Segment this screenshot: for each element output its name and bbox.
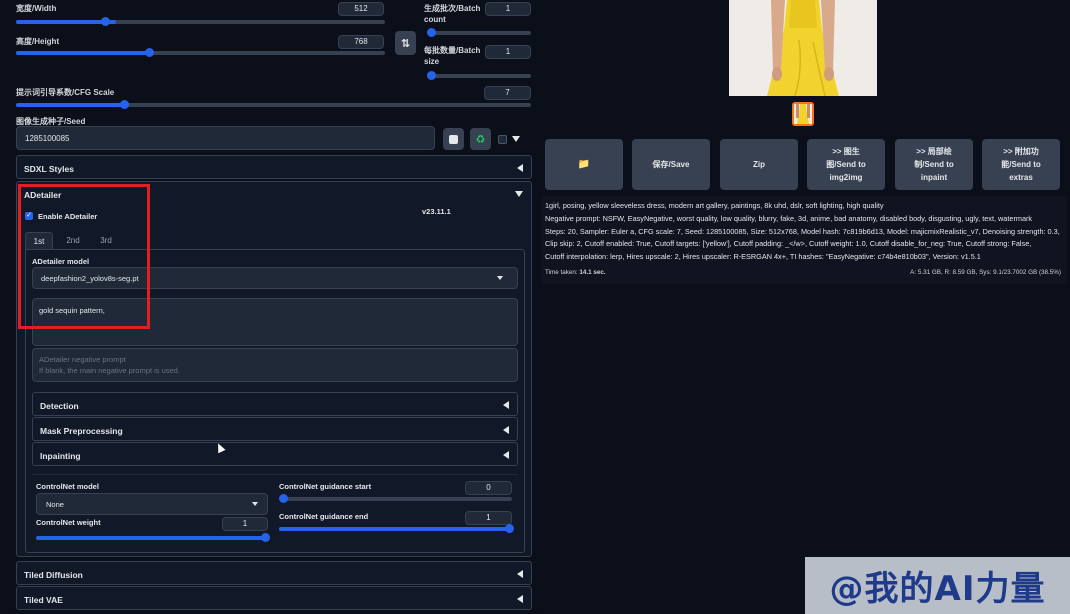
generation-info-params-2: Clip skip: 2, Cutoff enabled: True, Cuto… — [545, 239, 1032, 248]
extra-seed-toggle-icon[interactable] — [512, 136, 520, 142]
cfg-input[interactable]: 7 — [484, 86, 531, 100]
batch-size-label: 每批数量/Batch size — [424, 46, 481, 66]
send-to-img2img-button[interactable]: >> 图生 图/Send to img2img — [807, 139, 885, 190]
controlnet-model-select[interactable]: None — [36, 493, 268, 515]
swap-icon: ⇅ — [400, 37, 411, 50]
controlnet-weight-label: ControlNet weight — [36, 518, 101, 527]
batch-size-slider[interactable] — [427, 71, 531, 80]
generation-info-params-3: Cutoff interpolation: lerp, Hires upscal… — [545, 252, 981, 261]
guidance-start-slider[interactable] — [279, 494, 512, 503]
generation-info-negative: Negative prompt: NSFW, EasyNegative, wor… — [545, 214, 1033, 223]
batch-size-input[interactable]: 1 — [485, 45, 531, 59]
dice-icon — [449, 134, 458, 144]
extra-seed-checkbox[interactable] — [498, 135, 507, 144]
cfg-label: 提示词引导系数/CFG Scale — [16, 88, 115, 97]
collapse-icon — [517, 164, 523, 172]
guidance-end-slider[interactable] — [279, 524, 514, 533]
guidance-start-label: ControlNet guidance start — [279, 482, 372, 491]
controlnet-block: ControlNet model None ControlNet weight … — [32, 474, 518, 550]
collapse-icon — [503, 451, 509, 459]
dress-illustration — [729, 0, 877, 96]
thumbnail-icon — [794, 104, 812, 124]
reuse-seed-button[interactable]: ♻ — [470, 128, 491, 150]
watermark: @我的AI力量 — [805, 557, 1070, 614]
inpainting-accordion[interactable]: Inpainting — [32, 442, 518, 466]
controlnet-weight-slider[interactable] — [36, 533, 270, 542]
cfg-slider[interactable] — [16, 100, 531, 109]
tiled-vae-accordion[interactable]: Tiled VAE — [16, 586, 532, 610]
adetailer-negative-prompt-textarea[interactable]: ADetailer negative prompt If blank, the … — [32, 348, 518, 382]
zip-button[interactable]: Zip — [720, 139, 798, 190]
time-taken: Time taken: 14.1 sec. — [545, 269, 606, 276]
open-folder-button[interactable]: 📁 — [545, 139, 623, 190]
swap-dimensions-button[interactable]: ⇅ — [395, 31, 416, 55]
expand-icon[interactable] — [515, 191, 523, 197]
folder-icon: 📁 — [577, 159, 591, 170]
collapse-icon — [517, 595, 523, 603]
chevron-down-icon — [252, 502, 258, 506]
gallery-thumbnail[interactable] — [792, 102, 814, 126]
generation-info-prompt: 1girl, posing, yellow sleeveless dress, … — [545, 201, 884, 210]
controlnet-model-label: ControlNet model — [36, 482, 99, 491]
collapse-icon — [503, 401, 509, 409]
controlnet-weight-input[interactable]: 1 — [222, 517, 268, 531]
sdxl-styles-accordion[interactable]: SDXL Styles — [16, 155, 532, 179]
send-to-inpaint-button[interactable]: >> 局部绘 制/Send to inpaint — [895, 139, 973, 190]
height-slider[interactable] — [16, 48, 385, 57]
height-label: 高度/Height — [16, 37, 60, 46]
guidance-end-label: ControlNet guidance end — [279, 512, 369, 521]
send-to-extras-button[interactable]: >> 附加功 能/Send to extras — [982, 139, 1060, 190]
recycle-icon: ♻ — [475, 133, 486, 146]
collapse-icon — [503, 426, 509, 434]
mask-preprocessing-accordion[interactable]: Mask Preprocessing — [32, 417, 518, 441]
height-input[interactable]: 768 — [338, 35, 384, 49]
random-seed-button[interactable] — [443, 128, 464, 150]
adetailer-version: v23.11.1 — [422, 207, 451, 216]
save-button[interactable]: 保存/Save — [632, 139, 710, 190]
width-slider[interactable] — [16, 17, 385, 26]
guidance-start-input[interactable]: 0 — [465, 481, 512, 495]
guidance-end-input[interactable]: 1 — [465, 511, 512, 525]
generation-info-panel: 1girl, posing, yellow sleeveless dress, … — [541, 196, 1067, 284]
chevron-down-icon — [497, 276, 503, 280]
batch-count-slider[interactable] — [427, 28, 531, 37]
highlight-box — [18, 184, 150, 329]
batch-count-input[interactable]: 1 — [485, 2, 531, 16]
generation-info-params: Steps: 20, Sampler: Euler a, CFG scale: … — [545, 227, 1060, 236]
seed-input[interactable]: 1285100085 — [16, 126, 435, 150]
vram-usage: A: 5.31 GB, R: 8.59 GB, Sys: 9.1/23.7002… — [910, 269, 1061, 276]
batch-count-label: 生成批次/Batch count — [424, 4, 481, 24]
generated-image[interactable] — [729, 0, 877, 96]
width-label: 宽度/Width — [16, 4, 57, 13]
detection-accordion[interactable]: Detection — [32, 392, 518, 416]
collapse-icon — [517, 570, 523, 578]
width-input[interactable]: 512 — [338, 2, 384, 16]
tiled-diffusion-accordion[interactable]: Tiled Diffusion — [16, 561, 532, 585]
